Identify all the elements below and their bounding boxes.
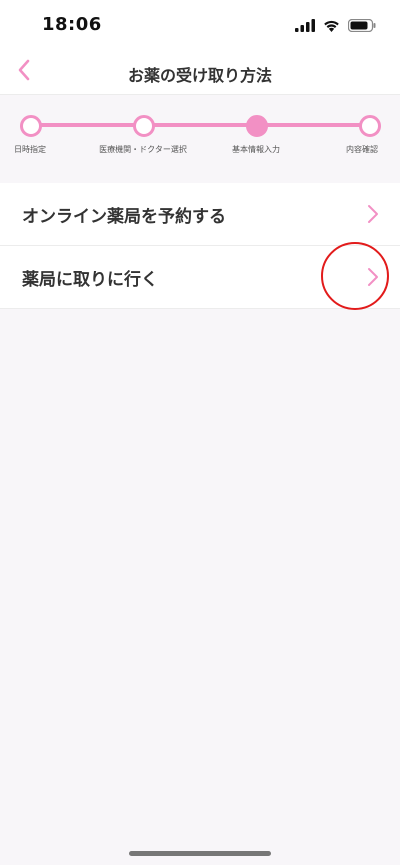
step-dot-1 — [20, 115, 42, 137]
step-label-1: 日時指定 — [14, 145, 46, 154]
option-label: オンライン薬局を予約する — [22, 206, 226, 227]
step-dot-2 — [133, 115, 155, 137]
battery-icon — [347, 17, 376, 36]
signal-icon — [295, 17, 315, 36]
step-dot-3 — [246, 115, 268, 137]
step-label-4: 内容確認 — [346, 145, 378, 154]
status-time: 18:06 — [42, 14, 102, 35]
stepper-line — [30, 123, 370, 127]
status-icons — [295, 17, 376, 36]
chevron-right-icon — [366, 203, 380, 225]
step-label-2: 医療機関・ドクター選択 — [99, 145, 187, 154]
option-label: 薬局に取りに行く — [22, 269, 158, 290]
option-pickup-at-pharmacy[interactable]: 薬局に取りに行く — [0, 246, 400, 309]
step-label-3: 基本情報入力 — [232, 145, 280, 154]
receive-method-list: オンライン薬局を予約する 薬局に取りに行く — [0, 183, 400, 309]
option-online-pharmacy[interactable]: オンライン薬局を予約する — [0, 183, 400, 246]
chevron-right-icon — [366, 266, 380, 288]
progress-stepper: 日時指定 医療機関・ドクター選択 基本情報入力 内容確認 — [0, 95, 400, 184]
wifi-icon — [323, 17, 340, 36]
page-title: お薬の受け取り方法 — [127, 66, 272, 85]
home-indicator[interactable] — [129, 851, 271, 856]
nav-header: お薬の受け取り方法 — [0, 50, 400, 95]
step-dot-4 — [359, 115, 381, 137]
status-bar: 18:06 — [0, 0, 400, 50]
